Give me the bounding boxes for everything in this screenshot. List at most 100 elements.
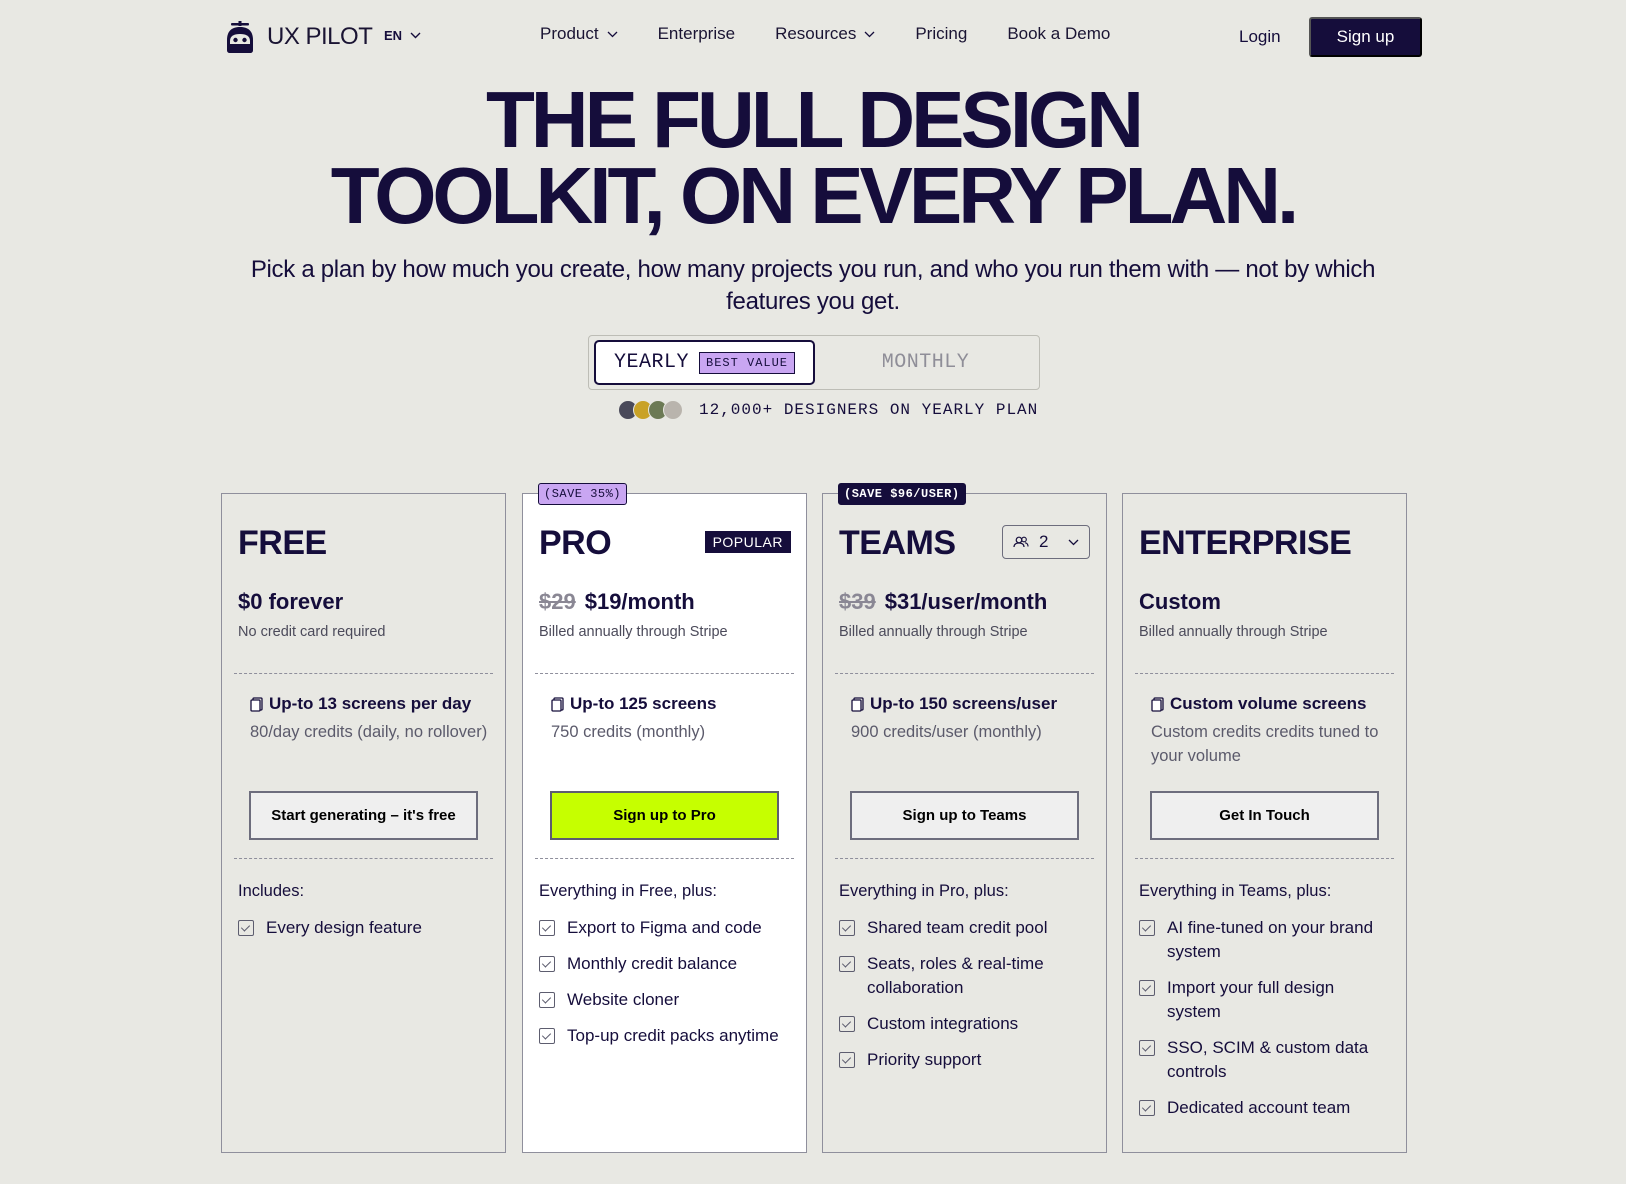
plan-name: FREE <box>238 524 327 562</box>
login-link[interactable]: Login <box>1239 27 1281 47</box>
screens-allowance: Up-to 125 screens 750 credits (monthly) <box>551 694 790 744</box>
screens-icon <box>851 696 864 712</box>
credits-note: 900 credits/user (monthly) <box>851 723 1042 741</box>
old-price: $39 <box>839 589 876 614</box>
save-tag: (SAVE 35%) <box>538 483 628 505</box>
feature-text: Seats, roles & real-time collaboration <box>867 954 1044 997</box>
plan-name: ENTERPRISE <box>1139 524 1352 562</box>
plan-name: PRO <box>539 524 612 562</box>
checkbox-icon <box>839 956 855 972</box>
signup-button[interactable]: Sign up <box>1309 17 1422 57</box>
divider <box>535 858 794 859</box>
nav-link-product[interactable]: Product <box>540 24 618 44</box>
checkbox-icon <box>1139 1040 1155 1056</box>
plan-card-enterprise: ENTERPRISE Custom Billed annually throug… <box>1122 493 1407 1153</box>
screens-allowance: Up-to 150 screens/user 900 credits/user … <box>851 694 1090 744</box>
feature-list: Export to Figma and code Monthly credit … <box>539 916 792 1060</box>
plan-price: $0 forever <box>238 589 343 615</box>
plan-name: TEAMS <box>839 524 956 562</box>
users-icon <box>1013 536 1029 548</box>
divider <box>835 673 1094 674</box>
plan-card-teams: (SAVE $96/USER) TEAMS 2 $39 $31/user/mon… <box>822 483 1107 1153</box>
includes-heading: Everything in Pro, plus: <box>839 882 1009 900</box>
billing-note: Billed annually through Stripe <box>539 624 728 640</box>
chevron-down-icon <box>410 32 421 39</box>
feature-text: Monthly credit balance <box>567 954 738 973</box>
checkbox-icon <box>1139 1100 1155 1116</box>
checkbox-icon <box>539 920 555 936</box>
seat-count: 2 <box>1039 532 1049 551</box>
avatar <box>663 400 683 420</box>
screens-icon <box>1151 696 1164 712</box>
chevron-down-icon <box>864 31 875 37</box>
social-proof: 12,000+ DESIGNERS ON YEARLY PLAN <box>618 400 1038 420</box>
get-in-touch-button[interactable]: Get In Touch <box>1150 791 1379 840</box>
chevron-down-icon <box>1068 539 1079 545</box>
nav-link-enterprise[interactable]: Enterprise <box>658 24 735 44</box>
language-label: EN <box>384 28 403 43</box>
checkbox-icon <box>238 920 254 936</box>
feature-text: SSO, SCIM & custom data controls <box>1167 1038 1369 1081</box>
current-price: $31/user/month <box>884 589 1048 614</box>
checkbox-icon <box>839 920 855 936</box>
social-proof-text: 12,000+ DESIGNERS ON YEARLY PLAN <box>699 401 1039 419</box>
checkbox-icon <box>539 1028 555 1044</box>
hero-title-line2: TOOLKIT, ON EVERY PLAN. <box>330 151 1299 240</box>
yearly-option[interactable]: YEARLY BEST VALUE <box>594 340 815 385</box>
plan-card-pro: (SAVE 35%) PRO POPULAR $29 $19/month Bil… <box>522 483 807 1153</box>
seat-count-select[interactable]: 2 <box>1002 525 1090 559</box>
plan-price: Custom <box>1139 589 1221 615</box>
screens-title-text: Up-to 13 screens per day <box>269 694 472 713</box>
chevron-down-icon <box>607 31 618 37</box>
screens-title: Up-to 125 screens <box>551 694 790 714</box>
logo-text: UX PILOT <box>267 23 373 50</box>
current-price: $19/month <box>584 589 695 614</box>
sign-up-teams-button[interactable]: Sign up to Teams <box>850 791 1079 840</box>
nav-link-pricing[interactable]: Pricing <box>915 24 967 44</box>
plan-card-free: FREE $0 forever No credit card required … <box>221 493 506 1153</box>
billing-toggle: YEARLY BEST VALUE MONTHLY <box>588 335 1040 390</box>
popular-badge: POPULAR <box>704 531 791 553</box>
hero-title-line1: THE FULL DESIGN <box>485 75 1144 164</box>
hero-title: THE FULL DESIGN TOOLKIT, ON EVERY PLAN. <box>0 75 1626 240</box>
nav-link-label: Product <box>540 24 599 43</box>
feature-item: Website cloner <box>539 988 792 1012</box>
avatar-group <box>618 400 683 420</box>
divider <box>835 858 1094 859</box>
monthly-option[interactable]: MONTHLY <box>815 340 1036 385</box>
billing-note: Billed annually through Stripe <box>839 624 1028 640</box>
credits-note: Custom credits credits tuned to your vol… <box>1151 723 1379 765</box>
feature-list: Every design feature <box>238 916 491 952</box>
sign-up-pro-button[interactable]: Sign up to Pro <box>550 791 779 840</box>
best-value-badge: BEST VALUE <box>699 351 796 374</box>
checkbox-icon <box>1139 980 1155 996</box>
old-price: $29 <box>539 589 576 614</box>
current-price: Custom <box>1139 589 1221 614</box>
logo[interactable]: UX PILOT <box>223 20 373 54</box>
feature-item: Dedicated account team <box>1139 1096 1392 1120</box>
language-selector[interactable]: EN <box>384 28 421 43</box>
nav-link-book-demo[interactable]: Book a Demo <box>1007 24 1110 44</box>
feature-item: Priority support <box>839 1048 1092 1072</box>
feature-text: Priority support <box>867 1050 982 1069</box>
feature-list: AI fine-tuned on your brand system Impor… <box>1139 916 1392 1132</box>
credits-note: 750 credits (monthly) <box>551 723 706 741</box>
screens-title-text: Up-to 125 screens <box>570 694 717 713</box>
feature-text: Export to Figma and code <box>567 918 762 937</box>
screens-title: Up-to 150 screens/user <box>851 694 1090 714</box>
feature-text: Shared team credit pool <box>867 918 1048 937</box>
billing-note: No credit card required <box>238 624 386 640</box>
includes-heading: Everything in Free, plus: <box>539 882 717 900</box>
feature-text: Import your full design system <box>1167 978 1335 1021</box>
feature-text: AI fine-tuned on your brand system <box>1167 918 1374 961</box>
nav-link-resources[interactable]: Resources <box>775 24 875 44</box>
nav-link-label: Enterprise <box>657 24 736 43</box>
includes-heading: Includes: <box>238 882 305 900</box>
save-tag: (SAVE $96/USER) <box>838 483 966 505</box>
feature-item: Import your full design system <box>1139 976 1392 1024</box>
checkbox-icon <box>839 1016 855 1032</box>
nav-link-label: Pricing <box>915 24 968 43</box>
feature-item: Custom integrations <box>839 1012 1092 1036</box>
feature-text: Every design feature <box>266 918 422 937</box>
start-generating-button[interactable]: Start generating – it's free <box>249 791 478 840</box>
